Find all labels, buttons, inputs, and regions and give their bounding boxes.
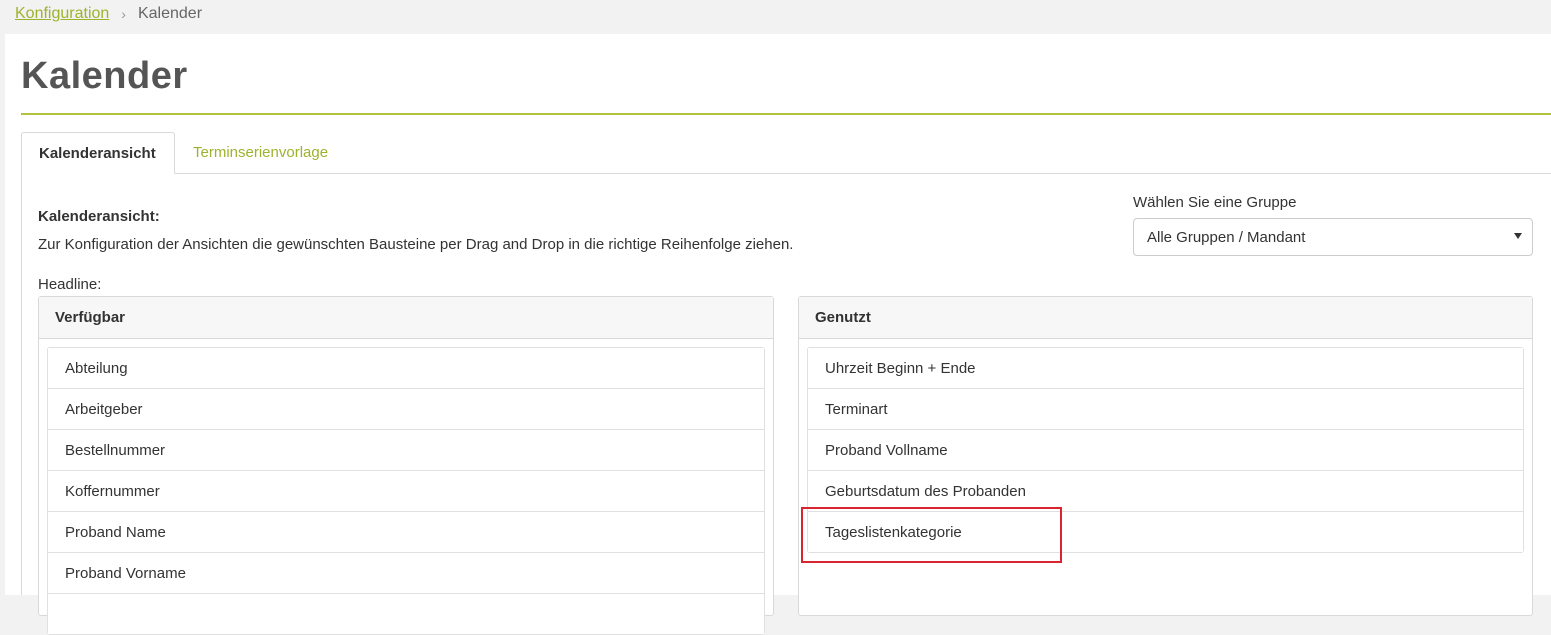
used-panel-title: Genutzt <box>799 297 1532 339</box>
group-select-value: Alle Gruppen / Mandant <box>1147 229 1306 246</box>
tab-bar: Kalenderansicht Terminserienvorlage <box>21 132 1551 174</box>
title-divider <box>21 113 1551 115</box>
breadcrumb-current: Kalender <box>137 5 203 22</box>
tab-kalenderansicht[interactable]: Kalenderansicht <box>21 132 175 174</box>
used-item-tageslistenkategorie[interactable]: Tageslistenkategorie <box>808 512 1523 552</box>
available-item-arbeitgeber[interactable]: Arbeitgeber <box>48 389 764 430</box>
chevron-right-icon: › <box>121 6 126 22</box>
used-item-geburtsdatum[interactable]: Geburtsdatum des Probanden <box>808 471 1523 512</box>
tab-terminserienvorlage[interactable]: Terminserienvorlage <box>176 132 345 173</box>
group-select[interactable]: Alle Gruppen / Mandant <box>1133 218 1533 256</box>
used-item-terminart[interactable]: Terminart <box>808 389 1523 430</box>
page-title: Kalender <box>21 55 188 97</box>
used-panel: Genutzt Uhrzeit Beginn + Ende Terminart … <box>798 296 1533 616</box>
available-item-koffernummer[interactable]: Koffernummer <box>48 471 764 512</box>
available-item-proband-name[interactable]: Proband Name <box>48 512 764 553</box>
used-item-uhrzeit[interactable]: Uhrzeit Beginn + Ende <box>808 348 1523 389</box>
section-description: Zur Konfiguration der Ansichten die gewü… <box>38 236 794 253</box>
available-item-abteilung[interactable]: Abteilung <box>48 348 764 389</box>
used-list: Uhrzeit Beginn + Ende Terminart Proband … <box>807 347 1524 553</box>
available-panel-title: Verfügbar <box>39 297 773 339</box>
section-heading: Kalenderansicht: <box>38 208 160 225</box>
available-item-cut-off[interactable] <box>48 594 764 634</box>
available-item-bestellnummer[interactable]: Bestellnummer <box>48 430 764 471</box>
breadcrumb: Konfiguration › Kalender <box>15 5 202 23</box>
breadcrumb-link-konfiguration[interactable]: Konfiguration <box>15 5 109 23</box>
used-item-proband-vollname[interactable]: Proband Vollname <box>808 430 1523 471</box>
available-list: Abteilung Arbeitgeber Bestellnummer Koff… <box>47 347 765 635</box>
group-select-label: Wählen Sie eine Gruppe <box>1133 194 1297 211</box>
headline-label: Headline: <box>38 276 102 293</box>
available-panel: Verfügbar Abteilung Arbeitgeber Bestelln… <box>38 296 774 635</box>
caret-down-icon <box>1514 233 1522 239</box>
available-item-proband-vorname[interactable]: Proband Vorname <box>48 553 764 594</box>
